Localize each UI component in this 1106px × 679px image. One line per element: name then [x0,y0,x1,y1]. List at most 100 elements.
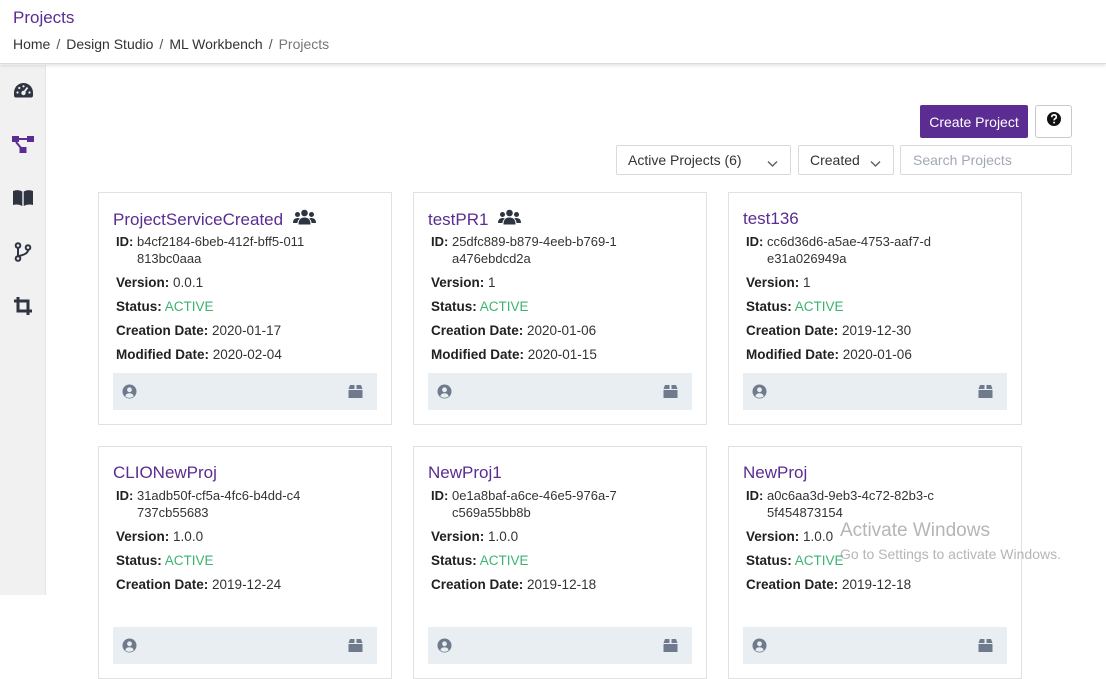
status-label: Status: [116,553,162,568]
project-version: Version: 0.0.1 [116,275,203,290]
box-archive-icon[interactable] [348,638,363,658]
project-status: Status: ACTIVE [746,553,844,568]
project-title[interactable]: testPR1 [428,209,522,230]
id-value: 25dfc889-b879-4eeb-b769-1a476ebdcd2a [451,234,617,266]
status-label: Status: [746,299,792,314]
user-circle-icon[interactable] [752,384,767,404]
user-circle-icon[interactable] [122,638,137,658]
git-branch-icon [14,242,32,262]
help-button[interactable] [1035,105,1072,138]
project-status: Status: ACTIVE [431,553,529,568]
project-title[interactable]: test136 [743,209,799,229]
status-label: Status: [431,299,477,314]
version-value: 1.0.0 [173,529,204,544]
version-value: 1 [488,275,496,290]
version-label: Version: [746,529,800,544]
breadcrumb-home[interactable]: Home [13,36,50,52]
project-card[interactable]: NewProj1 ID: 0e1a8baf-a6ce-46e5-976a-7c5… [413,446,707,679]
project-name[interactable]: NewProj [743,463,807,483]
creation-date-value: 2019-12-30 [842,323,912,338]
project-modified: Modified Date: 2020-02-04 [116,347,282,362]
breadcrumb-separator: / [268,36,273,52]
project-card[interactable]: test136 ID: cc6d36d6-a5ae-4753-aaf7-de31… [728,192,1022,425]
crop-icon [13,296,33,316]
creation-date-value: 2019-12-18 [842,577,912,592]
modified-date-value: 2020-01-06 [842,347,912,362]
breadcrumb-separator: / [159,36,164,52]
project-name[interactable]: ProjectServiceCreated [113,210,283,230]
project-name[interactable]: testPR1 [428,210,488,230]
project-created: Creation Date: 2019-12-24 [116,577,281,592]
sort-select[interactable]: Created [798,145,894,175]
project-title[interactable]: ProjectServiceCreated [113,209,317,230]
project-id: ID: 25dfc889-b879-4eeb-b769-1a476ebdcd2a [431,233,620,267]
id-value: cc6d36d6-a5ae-4753-aaf7-de31a026949a [766,234,932,266]
filter-selected-value: Active Projects (6) [628,152,742,168]
version-value: 1 [803,275,811,290]
version-label: Version: [116,275,170,290]
project-created: Creation Date: 2020-01-06 [431,323,596,338]
user-circle-icon[interactable] [437,384,452,404]
breadcrumb-ml-workbench[interactable]: ML Workbench [169,36,262,52]
project-title[interactable]: NewProj1 [428,463,502,483]
project-name[interactable]: CLIONewProj [113,463,217,483]
status-value: ACTIVE [164,299,214,314]
project-id: ID: cc6d36d6-a5ae-4753-aaf7-de31a026949a [746,233,935,267]
sidebar-item-branches[interactable] [0,232,46,272]
creation-date-value: 2019-12-24 [212,577,282,592]
sidebar-item-docs[interactable] [0,178,46,218]
sidebar-item-dashboard[interactable] [0,71,46,111]
question-circle-icon [1046,112,1061,131]
search-projects-input[interactable] [900,145,1072,175]
card-footer [428,627,692,664]
status-value: ACTIVE [479,299,529,314]
sidebar-item-crop[interactable] [0,286,46,326]
id-value: 0e1a8baf-a6ce-46e5-976a-7c569a55bb8b [451,488,617,520]
project-card[interactable]: testPR1 ID: 25dfc889-b879-4eeb-b769-1a47… [413,192,707,425]
project-name[interactable]: NewProj1 [428,463,502,483]
user-circle-icon[interactable] [437,638,452,658]
user-circle-icon[interactable] [122,384,137,404]
version-value: 1.0.0 [488,529,519,544]
id-label: ID: [746,234,764,249]
project-status: Status: ACTIVE [116,299,214,314]
project-status: Status: ACTIVE [746,299,844,314]
box-archive-icon[interactable] [978,638,993,658]
sidebar-item-workflow[interactable] [0,124,46,164]
version-label: Version: [116,529,170,544]
box-archive-icon[interactable] [663,384,678,404]
project-title[interactable]: CLIONewProj [113,463,217,483]
sidebar [0,65,46,595]
box-archive-icon[interactable] [348,384,363,404]
creation-date-label: Creation Date: [746,577,839,592]
sort-selected-value: Created [810,152,860,168]
box-archive-icon[interactable] [663,638,678,658]
version-label: Version: [746,275,800,290]
project-filter-select[interactable]: Active Projects (6) [616,145,791,175]
project-title[interactable]: NewProj [743,463,807,483]
box-archive-icon[interactable] [978,384,993,404]
version-label: Version: [431,529,485,544]
creation-date-label: Creation Date: [116,577,209,592]
project-card[interactable]: ProjectServiceCreated ID: b4cf2184-6beb-… [98,192,392,425]
project-name[interactable]: test136 [743,209,799,229]
status-value: ACTIVE [794,299,844,314]
breadcrumb-separator: / [56,36,61,52]
version-value: 1.0.0 [803,529,834,544]
page-title: Projects [13,8,75,27]
card-footer [428,373,692,410]
version-value: 0.0.1 [173,275,204,290]
project-card[interactable]: CLIONewProj ID: 31adb50f-cf5a-4fc6-b4dd-… [98,446,392,679]
card-footer [113,627,377,664]
status-value: ACTIVE [479,553,529,568]
breadcrumb-design-studio[interactable]: Design Studio [66,36,153,52]
modified-date-label: Modified Date: [116,347,209,362]
create-project-button[interactable]: Create Project [920,105,1028,138]
id-value: b4cf2184-6beb-412f-bff5-011813bc0aaa [136,234,305,266]
project-card[interactable]: NewProj ID: a0c6aa3d-9eb3-4c72-82b3-c5f4… [728,446,1022,679]
breadcrumb-current: Projects [278,36,330,52]
project-version: Version: 1.0.0 [116,529,203,544]
chevron-down-icon [767,155,778,171]
status-label: Status: [116,299,162,314]
user-circle-icon[interactable] [752,638,767,658]
